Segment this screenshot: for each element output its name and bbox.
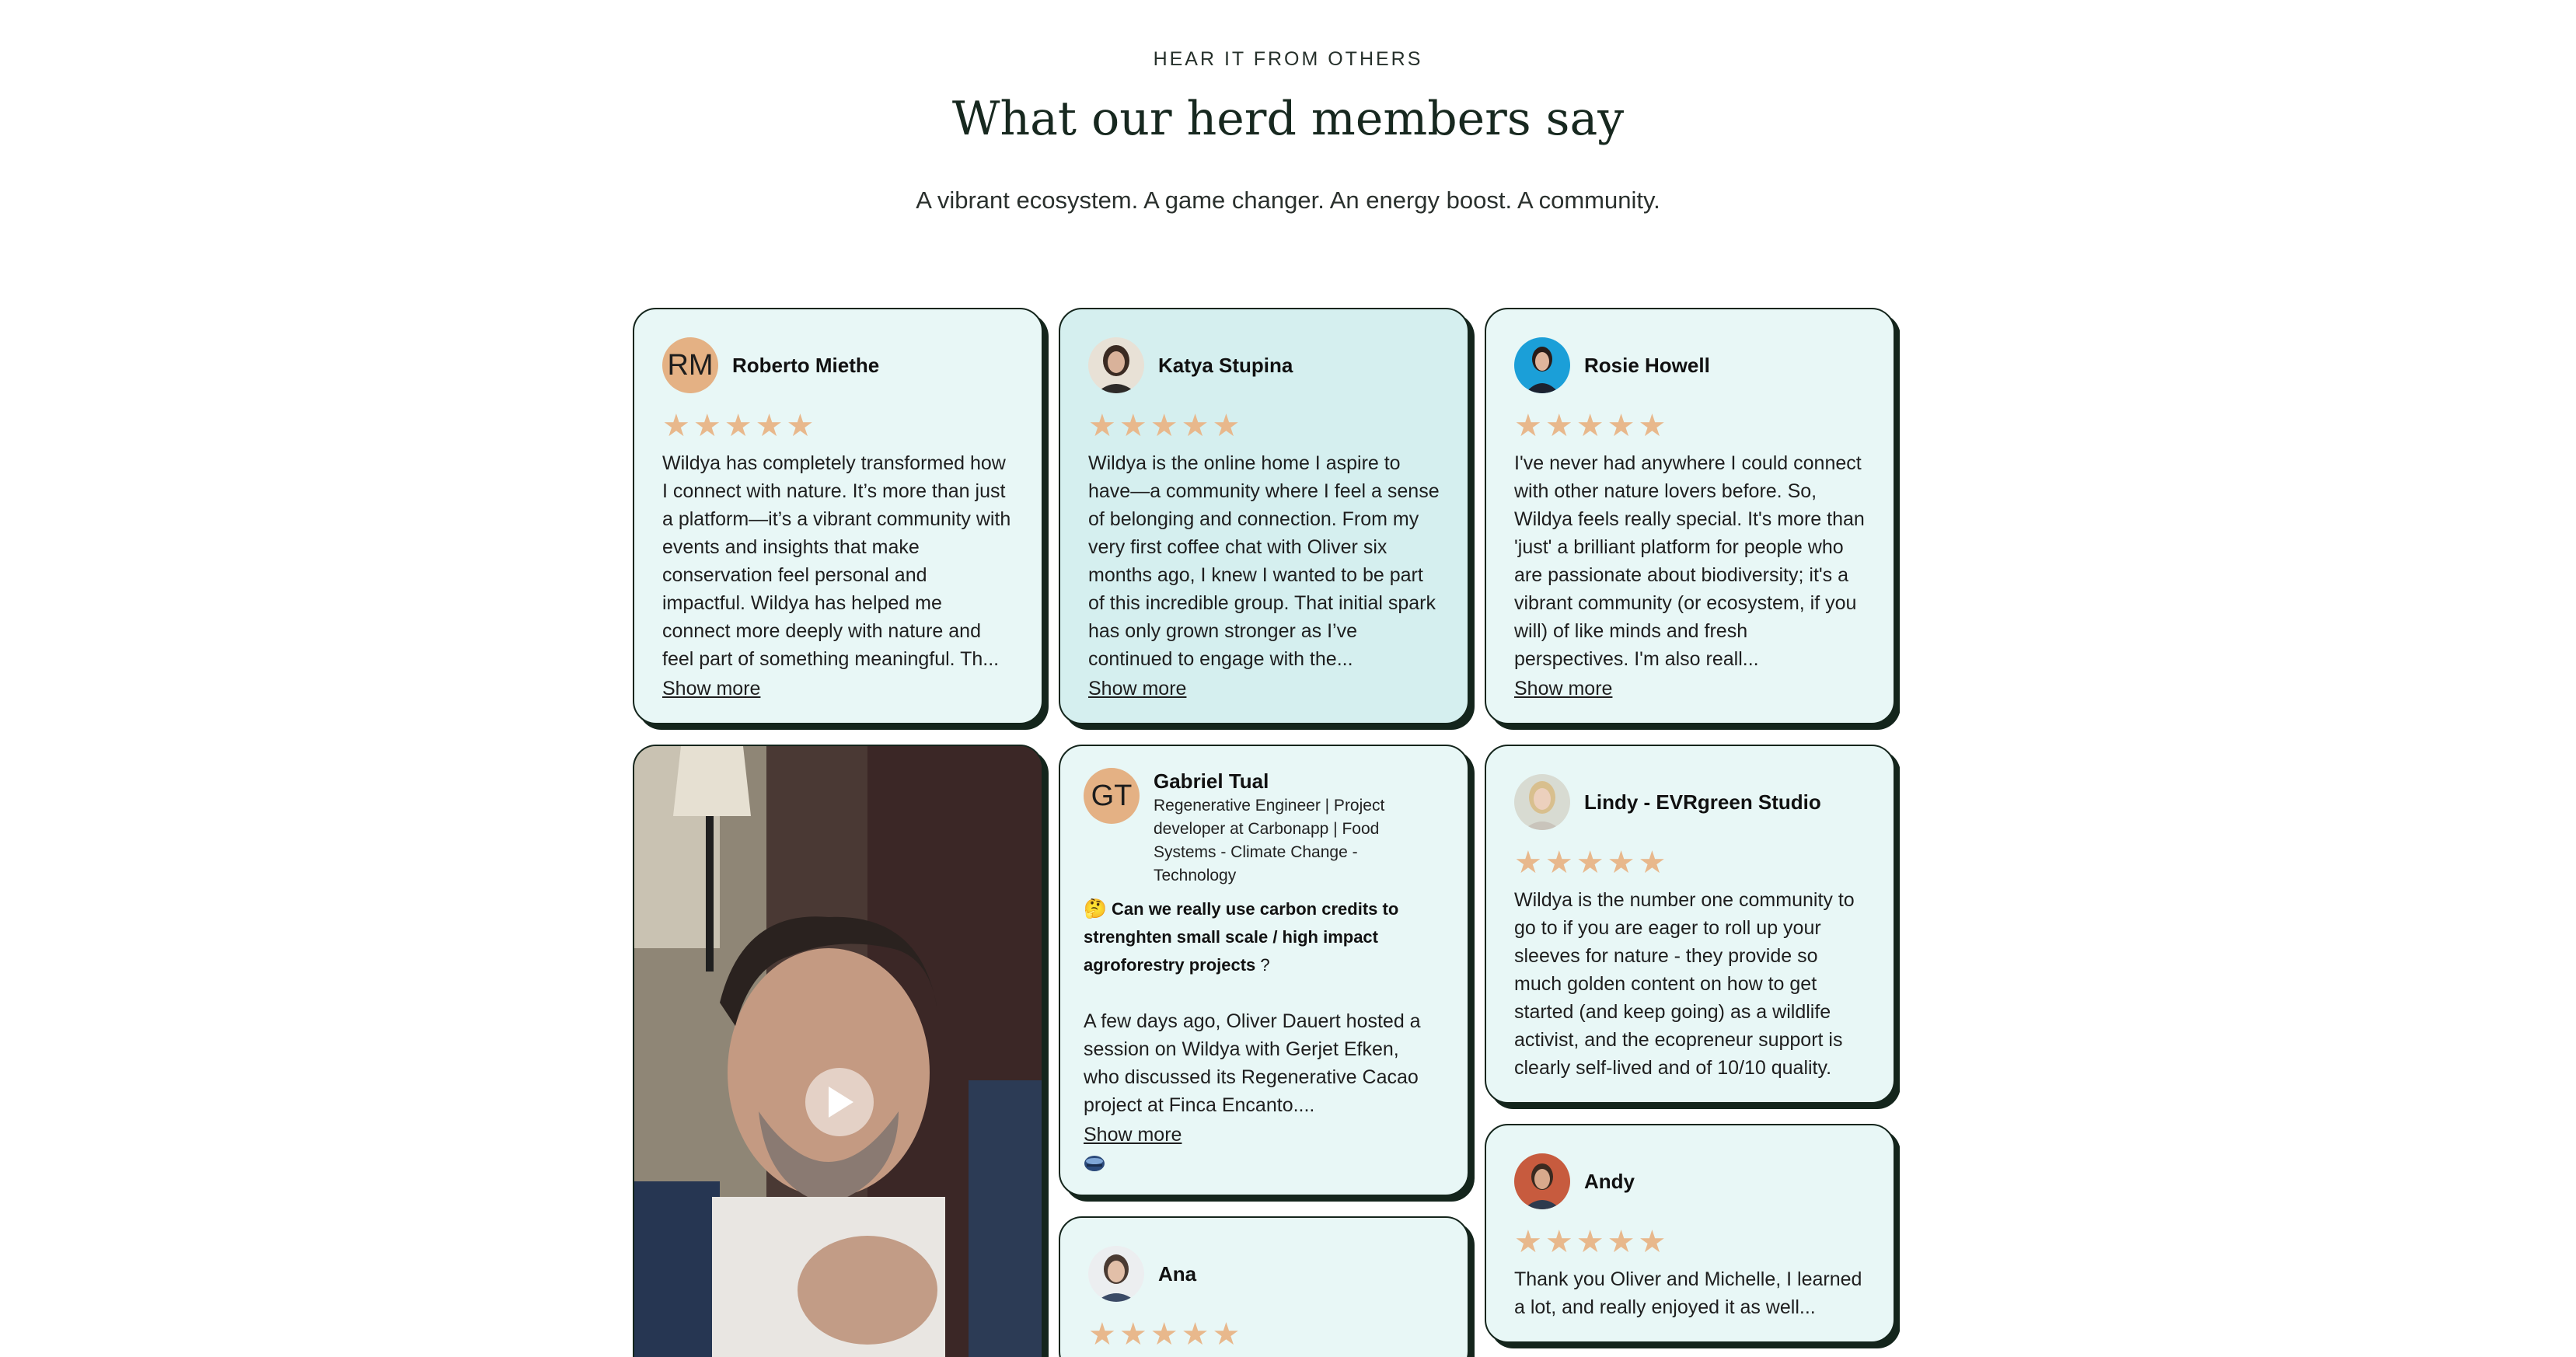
reviewer-name: Ana — [1158, 1261, 1197, 1285]
review-hook-text: Can we really use carbon credits to stre… — [1084, 899, 1399, 975]
show-more-link[interactable]: Show more — [1088, 675, 1186, 703]
section-subtitle: A vibrant ecosystem. A game changer. An … — [916, 187, 1660, 214]
review-header: Andy — [1514, 1153, 1866, 1209]
review-header: Rosie Howell — [1514, 337, 1866, 393]
testimonials-column-3: Rosie Howell ★★★★★ I've never had anywhe… — [1485, 308, 1895, 1357]
testimonials-column-2: Katya Stupina ★★★★★ Wildya is the online… — [1059, 308, 1469, 1357]
reviewer-name: Lindy - EVRgreen Studio — [1584, 790, 1821, 814]
reviewer-name: Gabriel Tual — [1154, 769, 1269, 793]
show-more-link[interactable]: Show more — [1514, 675, 1612, 703]
person-photo-icon — [1088, 337, 1144, 393]
review-text: Wildya is the number one community to go… — [1514, 889, 1855, 1079]
star-rating: ★★★★★ — [1514, 846, 1670, 880]
reviewer-headline: Regenerative Engineer | Project develope… — [1154, 797, 1385, 884]
review-header: Katya Stupina — [1088, 337, 1440, 393]
section-title: What our herd members say — [951, 92, 1625, 146]
review-text: A few days ago, Oliver Dauert hosted a s… — [1084, 1010, 1421, 1116]
reviewer-name: Rosie Howell — [1584, 353, 1710, 377]
person-photo-icon — [1088, 1246, 1144, 1302]
review-text: Wildya has completely transformed how I … — [662, 452, 1011, 670]
star-rating: ★★★★★ — [1088, 1317, 1244, 1352]
thinking-face-icon: 🤔 — [1084, 898, 1107, 919]
person-photo-icon — [1514, 1153, 1570, 1209]
person-photo-icon — [1514, 774, 1570, 830]
star-rating: ★★★★★ — [662, 409, 818, 443]
review-card-rosie: Rosie Howell ★★★★★ I've never had anywhe… — [1485, 308, 1895, 724]
review-text: Wildya is the online home I aspire to ha… — [1088, 452, 1440, 670]
testimonials-grid: RM Roberto Miethe ★★★★★ Wildya has compl… — [633, 308, 1900, 1357]
section-eyebrow: HEAR IT FROM OTHERS — [1153, 48, 1423, 70]
reviewer-info: Gabriel Tual Regenerative Engineer | Pro… — [1154, 768, 1418, 888]
review-header: RM Roberto Miethe — [662, 337, 1014, 393]
star-rating: ★★★★★ — [1514, 409, 1670, 443]
globe-icon — [1084, 1149, 1440, 1176]
review-header: GT Gabriel Tual Regenerative Engineer | … — [1084, 768, 1440, 888]
review-header: Lindy - EVRgreen Studio — [1514, 774, 1866, 830]
reviewer-name: Roberto Miethe — [732, 353, 880, 377]
review-card-roberto: RM Roberto Miethe ★★★★★ Wildya has compl… — [633, 308, 1043, 724]
review-text: Thank you Oliver and Michelle, I learned… — [1514, 1268, 1862, 1318]
star-rating: ★★★★★ — [1514, 1225, 1670, 1259]
video-thumbnail — [634, 746, 1042, 1357]
reviewer-name: Katya Stupina — [1158, 353, 1293, 377]
review-text: I've never had anywhere I could connect … — [1514, 452, 1865, 670]
review-card-ana: Ana ★★★★★ — [1059, 1216, 1469, 1357]
play-icon — [829, 1087, 853, 1118]
avatar-initials: RM — [662, 337, 718, 393]
review-card-gabriel: GT Gabriel Tual Regenerative Engineer | … — [1059, 745, 1469, 1196]
testimonials-column-1: RM Roberto Miethe ★★★★★ Wildya has compl… — [633, 308, 1043, 1357]
person-photo-icon — [1514, 337, 1570, 393]
review-card-andy: Andy ★★★★★ Thank you Oliver and Michelle… — [1485, 1124, 1895, 1343]
show-more-link[interactable]: Show more — [662, 675, 760, 703]
show-more-link[interactable]: Show more — [1084, 1121, 1182, 1149]
play-button[interactable] — [805, 1068, 874, 1136]
review-header: Ana — [1088, 1246, 1440, 1302]
review-hook: 🤔 Can we really use carbon credits to st… — [1084, 895, 1440, 979]
review-card-katya: Katya Stupina ★★★★★ Wildya is the online… — [1059, 308, 1469, 724]
review-hook-suffix: ? — [1255, 955, 1270, 975]
avatar-initials: GT — [1084, 768, 1140, 824]
reviewer-name: Andy — [1584, 1169, 1635, 1193]
review-card-lindy: Lindy - EVRgreen Studio ★★★★★ Wildya is … — [1485, 745, 1895, 1104]
star-rating: ★★★★★ — [1088, 409, 1244, 443]
video-testimonial[interactable] — [633, 745, 1043, 1357]
